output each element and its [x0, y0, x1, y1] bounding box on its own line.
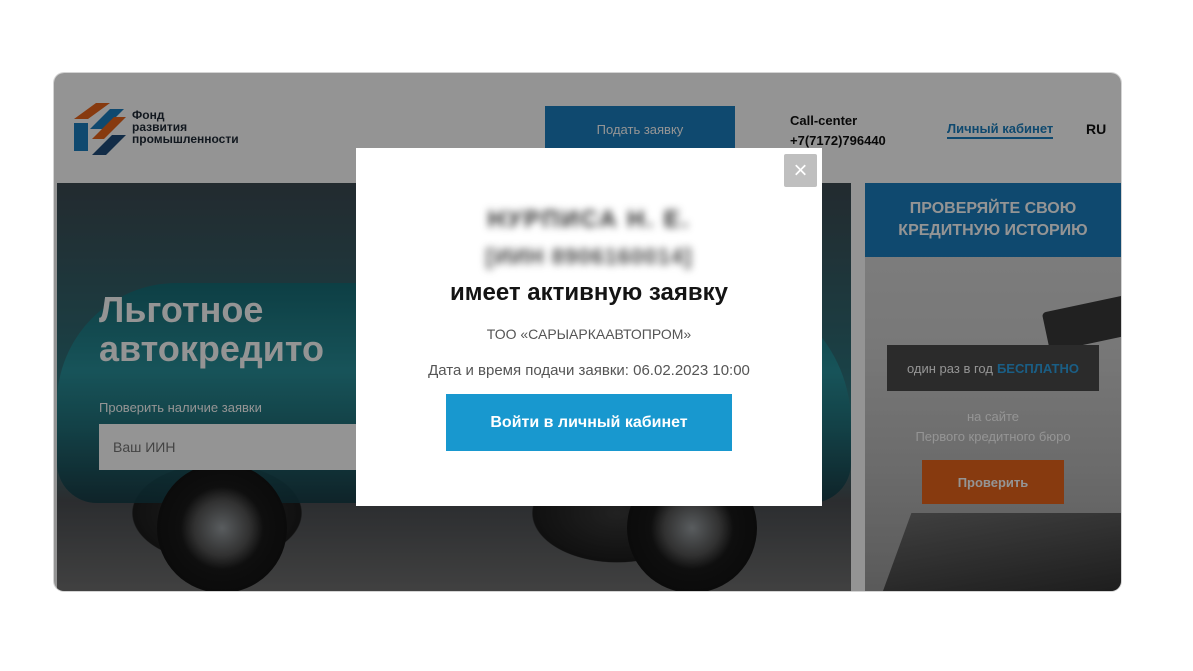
date-value: 06.02.2023 10:00: [633, 362, 750, 379]
close-icon[interactable]: ×: [784, 154, 817, 187]
date-label: Дата и время подачи заявки:: [428, 362, 629, 379]
company-name: ТОО «САРЫАРКААВТОПРОМ»: [486, 326, 692, 342]
active-application-modal: × НУРПИСА Н. Е. [ИИН 8906160014] имеет а…: [356, 148, 822, 506]
applicant-iin-redacted: [ИИН 8906160014]: [485, 244, 693, 269]
login-cabinet-button[interactable]: Войти в личный кабинет: [446, 394, 732, 451]
submission-datetime: Дата и время подачи заявки: 06.02.2023 1…: [356, 362, 822, 379]
applicant-name-redacted: НУРПИСА Н. Е.: [487, 206, 691, 233]
application-status: имеет активную заявку: [449, 279, 728, 306]
